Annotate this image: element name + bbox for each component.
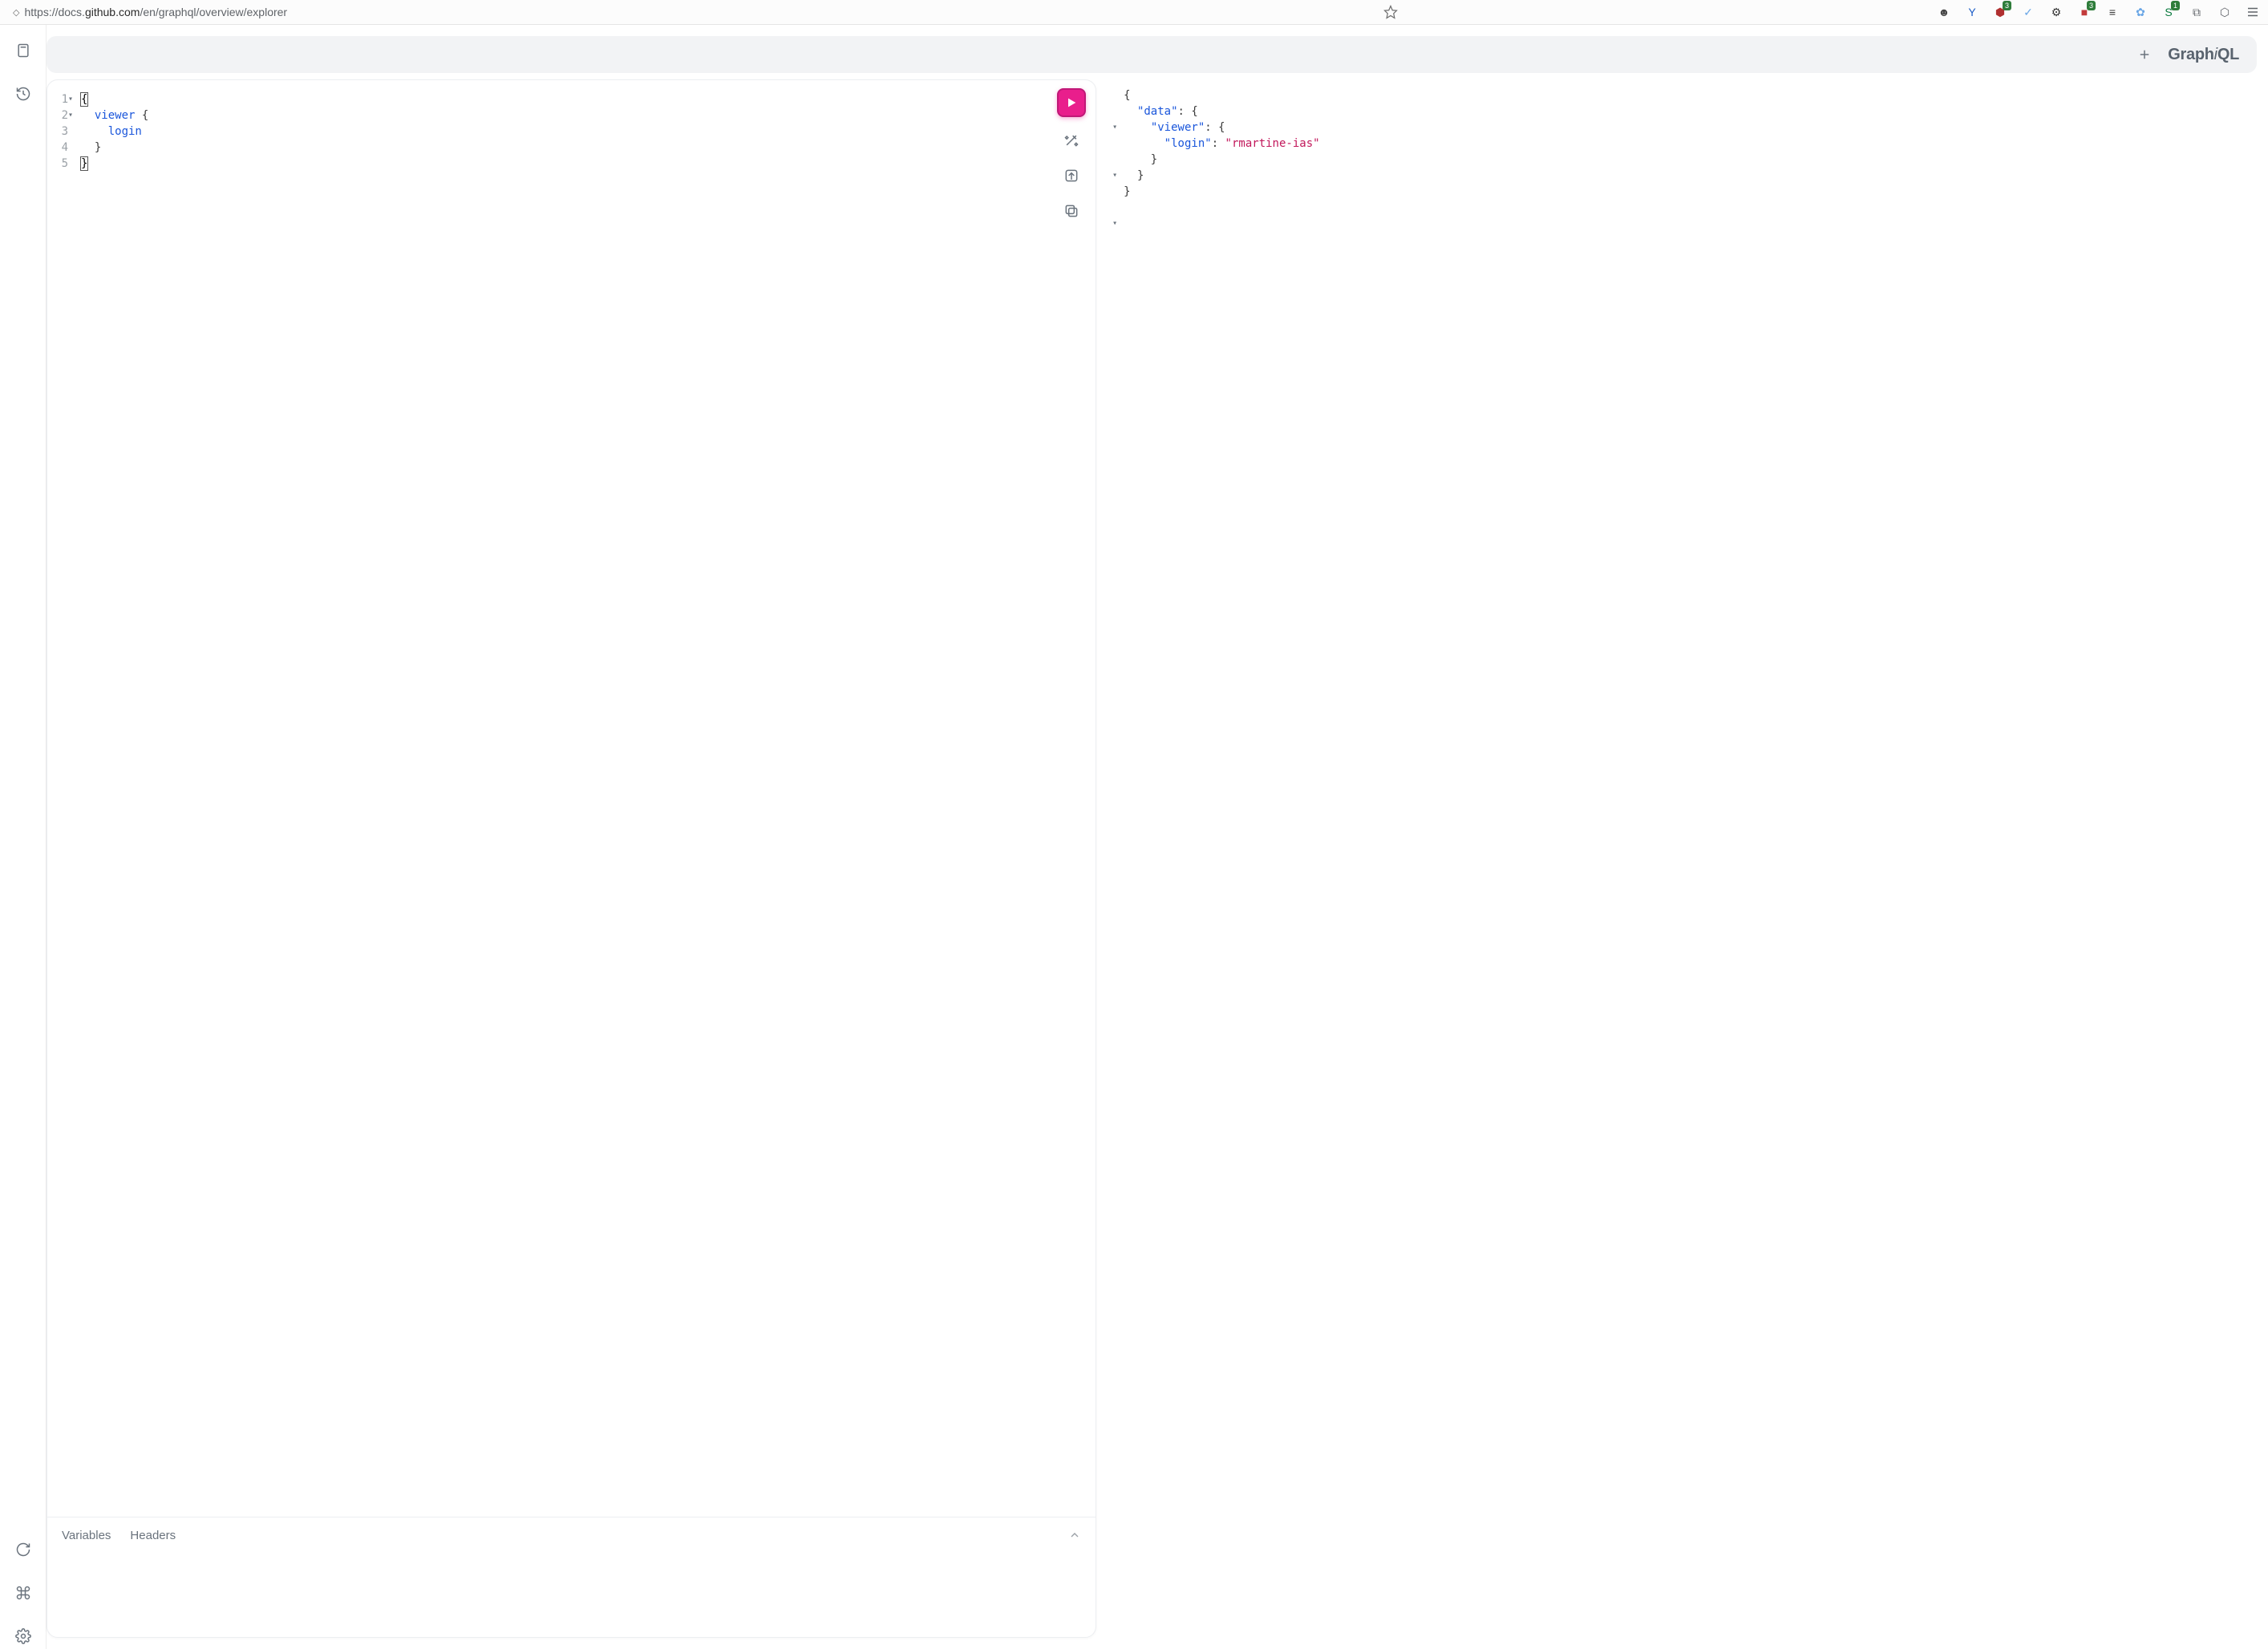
address-bar[interactable]: ◇ https://docs.github.com/en/graphql/ove…: [6, 1, 1404, 23]
resp-colon: :: [1212, 137, 1225, 150]
code-keyword: viewer: [95, 109, 136, 122]
fold-marker: [1112, 312, 1124, 328]
graphiql-logo: GraphiQL: [2168, 46, 2239, 64]
fold-marker[interactable]: ▾: [1112, 168, 1124, 184]
fold-marker[interactable]: ▾: [68, 107, 78, 124]
graphiql-app: GraphiQL 1 2 3 4 5 ▾ ▾: [0, 25, 2268, 1649]
resp-brace: }: [1124, 185, 1130, 198]
line-gutter: 1 2 3 4 5: [47, 80, 68, 1517]
line-number: 1: [55, 91, 68, 107]
docs-explorer-button[interactable]: [10, 38, 36, 63]
logo-part1: Graph: [2168, 46, 2213, 63]
bookmark-star-icon[interactable]: [1383, 5, 1398, 19]
resp-key: "viewer": [1151, 121, 1205, 134]
add-tab-button[interactable]: [2137, 47, 2152, 62]
query-editor-card: 1 2 3 4 5 ▾ ▾ { viewer { login } }: [47, 79, 1096, 1638]
bars-icon[interactable]: ≡: [2104, 3, 2121, 21]
resp-indent: [1124, 137, 1164, 150]
logo-part2: QL: [2217, 46, 2239, 63]
fold-marker: [68, 124, 78, 140]
fold-marker: [1112, 264, 1124, 280]
response-pane: ▾ ▾ ▾ { "data": { "viewer": { "login": "…: [1104, 79, 2257, 1638]
fold-marker[interactable]: ▾: [68, 91, 78, 107]
history-button[interactable]: [10, 81, 36, 107]
menu-icon[interactable]: [2244, 3, 2262, 21]
butterfly-icon[interactable]: ✿: [2132, 3, 2149, 21]
settings-button[interactable]: [10, 1623, 36, 1649]
response-fold-column: ▾ ▾ ▾: [1112, 87, 1124, 1630]
footer-collapse-button[interactable]: [1068, 1529, 1081, 1546]
line-number: 3: [55, 124, 68, 140]
browser-chrome: ◇ https://docs.github.com/en/graphql/ove…: [0, 0, 2268, 25]
check-circle-icon[interactable]: ✓: [2019, 3, 2037, 21]
editor-toolbar: [1057, 88, 1086, 223]
url-path: /en/graphql/overview/explorer: [140, 6, 287, 18]
line-number: 2: [55, 107, 68, 124]
fold-marker: [1112, 360, 1124, 376]
merge-button[interactable]: [1059, 164, 1083, 188]
fold-marker[interactable]: ▾: [1112, 120, 1124, 136]
url-prefix: https://docs.: [24, 6, 84, 18]
fold-marker[interactable]: ▾: [1112, 216, 1124, 232]
resp-indent: [1124, 121, 1151, 134]
resp-string: "rmartine-ias": [1225, 137, 1320, 150]
tab-headers[interactable]: Headers: [130, 1529, 176, 1542]
resp-brace: }: [1124, 169, 1144, 182]
code-brace: }: [81, 141, 101, 154]
resp-key: "login": [1164, 137, 1212, 150]
shortcuts-button[interactable]: [10, 1580, 36, 1606]
fold-marker: [68, 156, 78, 172]
editor-footer: Variables Headers: [47, 1517, 1096, 1637]
execute-query-button[interactable]: [1057, 88, 1086, 117]
extension-tray: ☻ Y ⬢3 ✓ ⚙ ■3 ≡ ✿ S1 ⧉ ⬡: [1935, 3, 2262, 21]
resp-key: "data": [1137, 105, 1178, 118]
url-text: https://docs.github.com/en/graphql/overv…: [24, 6, 287, 18]
resp-brace: {: [1124, 89, 1130, 102]
user-icon[interactable]: ☻: [1935, 3, 1953, 21]
code-brace: {: [81, 93, 87, 106]
refetch-button[interactable]: [10, 1537, 36, 1562]
resp-brace: : {: [1178, 105, 1198, 118]
line-number: 5: [55, 156, 68, 172]
site-lock-icon: ◇: [13, 7, 19, 18]
code-indent: [81, 125, 108, 138]
line-number: 4: [55, 140, 68, 156]
prettify-button[interactable]: [1059, 128, 1083, 152]
code-area[interactable]: { viewer { login } }: [78, 80, 1096, 1517]
fold-marker: [68, 140, 78, 156]
resp-brace: : {: [1205, 121, 1225, 134]
url-host: github.com: [85, 6, 140, 18]
panes: 1 2 3 4 5 ▾ ▾ { viewer { login } }: [47, 79, 2257, 1638]
code-field: login: [108, 125, 142, 138]
code-brace: {: [135, 109, 148, 122]
query-editor[interactable]: 1 2 3 4 5 ▾ ▾ { viewer { login } }: [47, 80, 1096, 1517]
puzzle-icon[interactable]: ⧉: [2188, 3, 2205, 21]
left-rail: [0, 25, 47, 1649]
resp-indent: [1124, 105, 1137, 118]
fold-column: ▾ ▾: [68, 80, 78, 1517]
content-area: GraphiQL 1 2 3 4 5 ▾ ▾: [47, 25, 2268, 1649]
code-indent: [81, 109, 95, 122]
tab-variables[interactable]: Variables: [62, 1529, 111, 1542]
tab-bar: GraphiQL: [47, 36, 2257, 73]
code-brace: }: [81, 157, 87, 170]
shield-icon[interactable]: ⬢3: [1991, 3, 2009, 21]
copy-button[interactable]: [1059, 199, 1083, 223]
gear-icon[interactable]: ⚙: [2047, 3, 2065, 21]
hex-icon[interactable]: ⬡: [2216, 3, 2234, 21]
fold-marker: [1112, 408, 1124, 424]
filter-icon[interactable]: Y: [1963, 3, 1981, 21]
s-icon[interactable]: S1: [2160, 3, 2177, 21]
app-icon[interactable]: ■3: [2076, 3, 2093, 21]
response-content[interactable]: { "data": { "viewer": { "login": "rmarti…: [1124, 87, 2249, 1630]
resp-brace: }: [1124, 153, 1157, 166]
